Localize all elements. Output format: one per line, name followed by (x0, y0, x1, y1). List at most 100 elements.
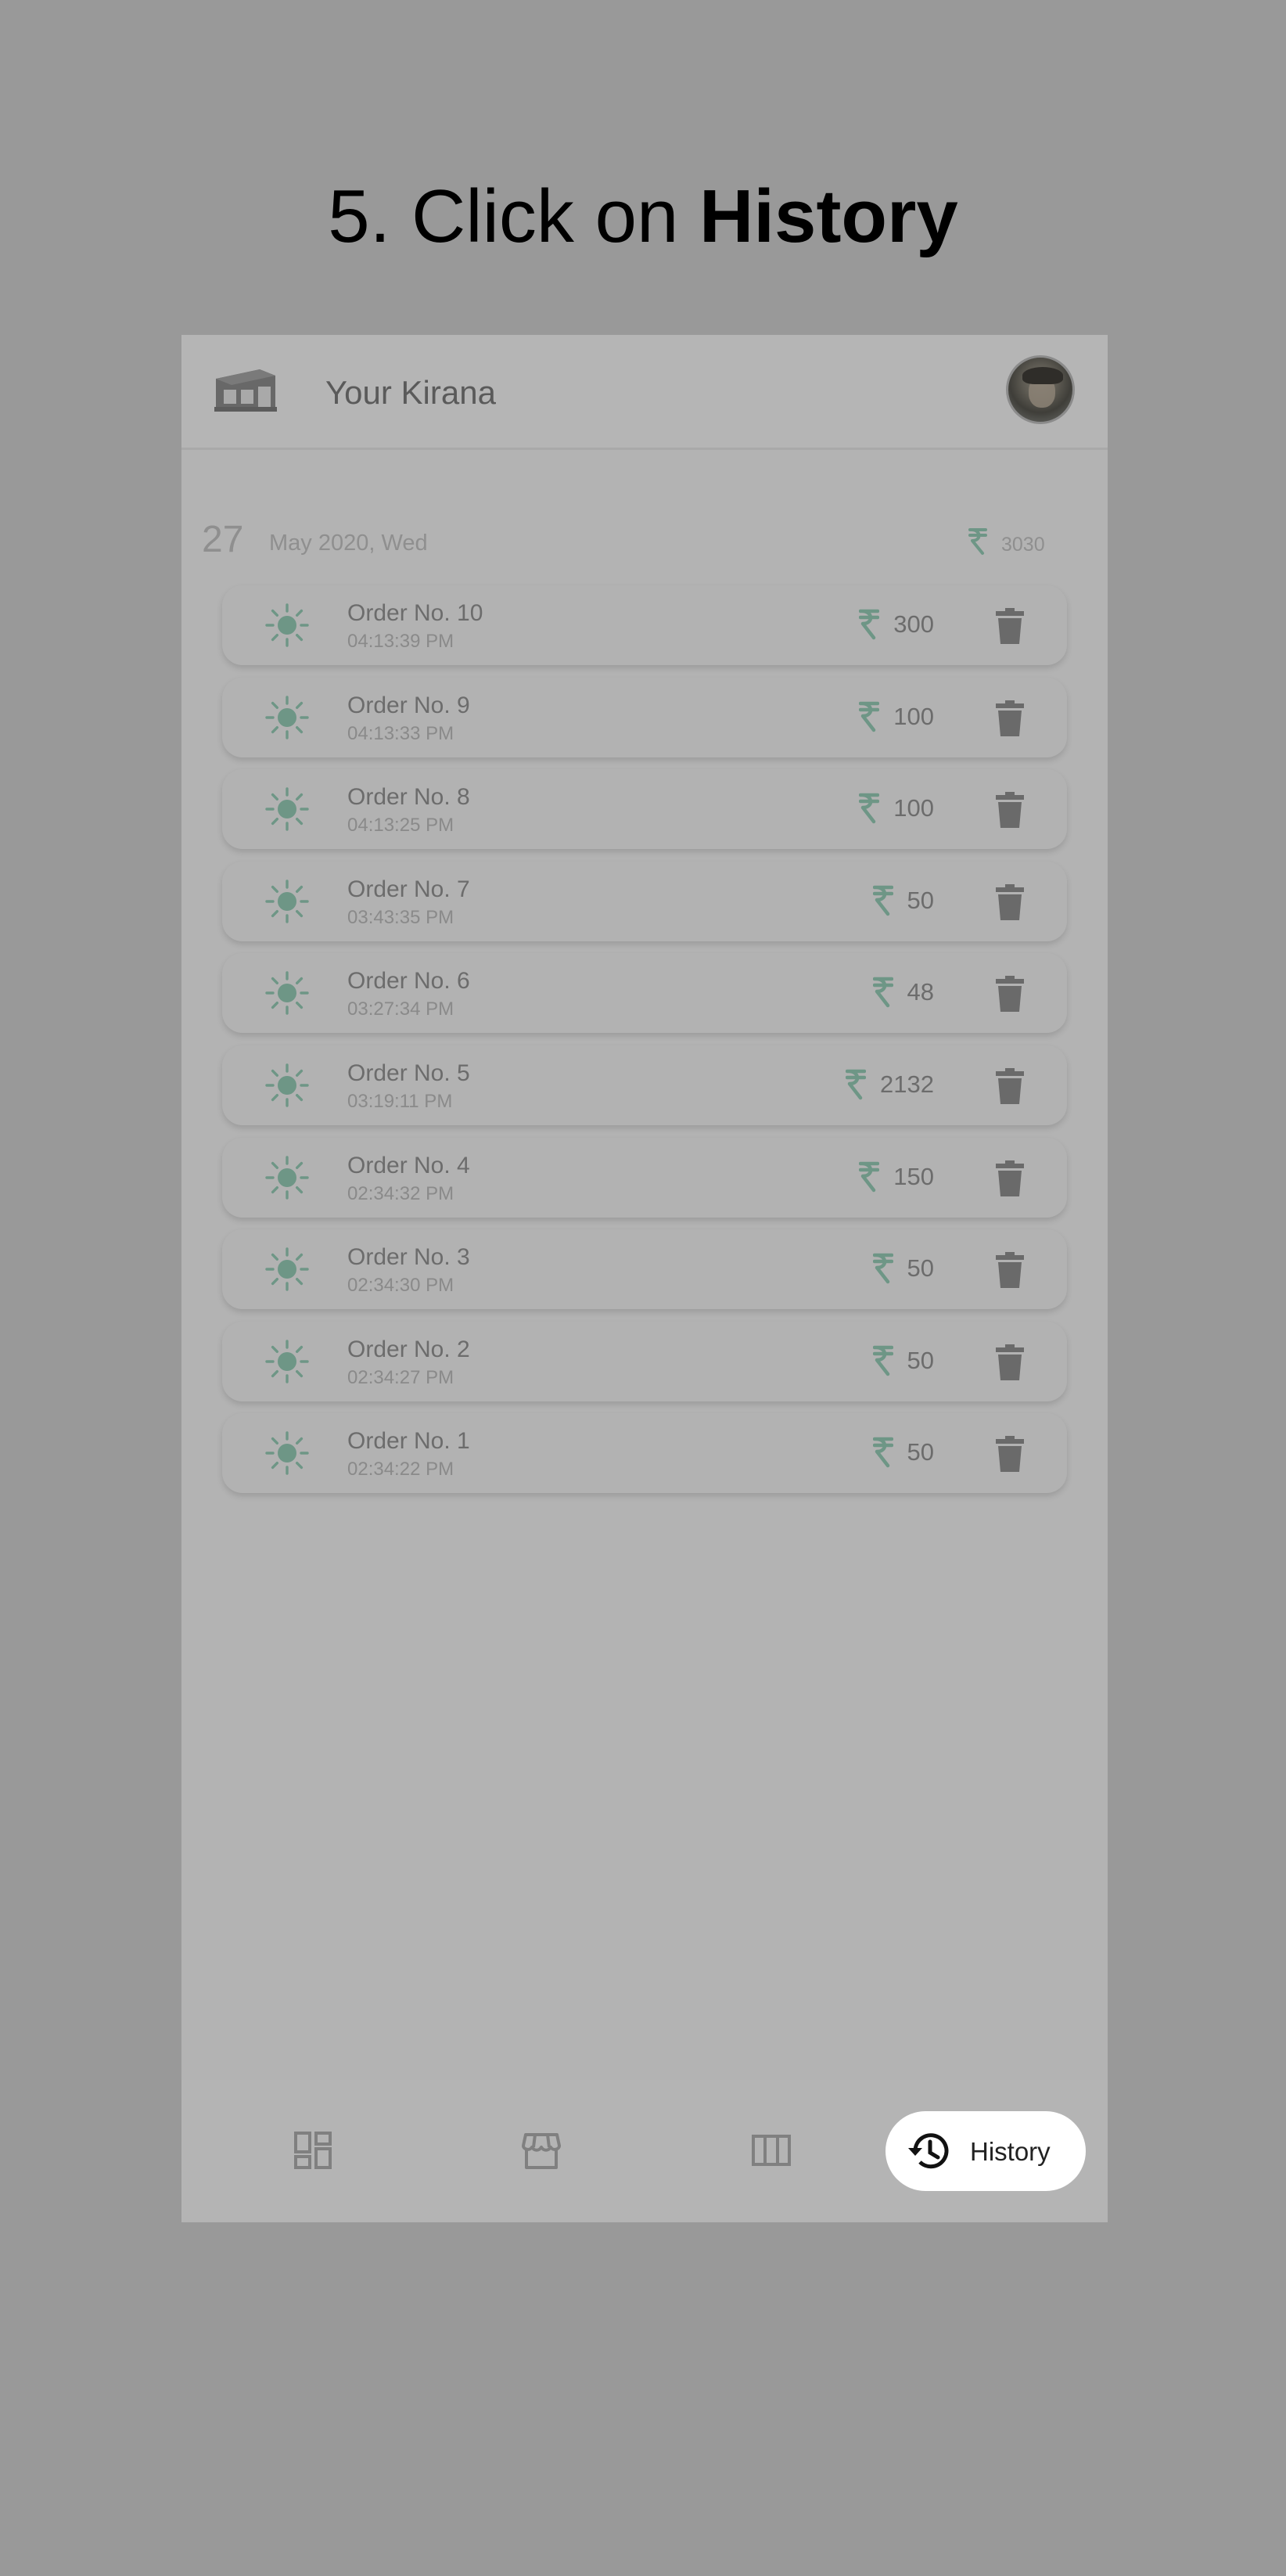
order-name: Order No. 10 (347, 600, 483, 626)
rupee-icon (872, 1253, 893, 1284)
sun-icon (265, 1340, 309, 1383)
order-amount: 48 (907, 978, 934, 1006)
order-name: Order No. 3 (347, 1244, 470, 1271)
sun-icon (265, 603, 309, 647)
order-amount: 50 (907, 1254, 934, 1283)
order-time: 03:43:35 PM (347, 906, 454, 928)
order-card[interactable]: Order No. 10 04:13:39 PM 300 (222, 585, 1067, 665)
delete-icon[interactable] (995, 1344, 1025, 1380)
rupee-icon (872, 1345, 893, 1376)
order-amount-group: 50 (872, 1253, 934, 1284)
date-text: May 2020, Wed (269, 531, 428, 556)
rupee-icon (968, 528, 987, 555)
rupee-icon (859, 609, 880, 640)
order-amount-group: 2132 (846, 1069, 934, 1100)
dashboard-icon[interactable] (293, 2130, 333, 2171)
date-total: 3030 (1001, 534, 1045, 556)
order-amount-group: 150 (859, 1161, 934, 1193)
order-name: Order No. 2 (347, 1336, 470, 1362)
order-time: 02:34:22 PM (347, 1459, 454, 1480)
app-bar: Your Kirana (181, 335, 1108, 450)
history-nav-label: History (970, 2137, 1051, 2166)
bottom-nav: History (181, 2080, 1108, 2222)
history-icon (908, 2133, 949, 2169)
delete-icon[interactable] (995, 976, 1025, 1013)
rupee-icon (846, 1069, 867, 1100)
storefront-icon[interactable] (521, 2130, 562, 2171)
order-amount: 100 (893, 702, 934, 730)
order-time: 04:13:33 PM (347, 722, 454, 744)
history-nav-button[interactable]: History (885, 2111, 1086, 2191)
order-name: Order No. 5 (347, 1060, 470, 1086)
rupee-icon (872, 885, 893, 916)
rupee-icon (859, 793, 880, 824)
order-time: 02:34:32 PM (347, 1182, 454, 1204)
order-amount: 50 (907, 886, 934, 914)
order-amount: 300 (893, 610, 934, 638)
date-day: 27 (202, 519, 244, 560)
order-name: Order No. 7 (347, 876, 470, 902)
order-card[interactable]: Order No. 1 02:34:22 PM 50 (222, 1413, 1067, 1494)
order-card[interactable]: Order No. 4 02:34:32 PM 150 (222, 1137, 1067, 1218)
columns-icon[interactable] (751, 2130, 792, 2171)
order-name: Order No. 1 (347, 1428, 470, 1455)
order-amount-group: 100 (859, 701, 934, 732)
order-card[interactable]: Order No. 7 03:43:35 PM 50 (222, 861, 1067, 941)
order-amount-group: 50 (872, 885, 934, 916)
order-card[interactable]: Order No. 2 02:34:27 PM 50 (222, 1321, 1067, 1401)
delete-icon[interactable] (995, 1252, 1025, 1289)
order-time: 03:27:34 PM (347, 998, 454, 1020)
order-card[interactable]: Order No. 3 02:34:30 PM 50 (222, 1229, 1067, 1310)
rupee-icon (859, 1161, 880, 1192)
delete-icon[interactable] (995, 1436, 1025, 1473)
order-card[interactable]: Order No. 6 03:27:34 PM 48 (222, 953, 1067, 1034)
order-name: Order No. 8 (347, 784, 470, 811)
order-amount: 50 (907, 1438, 934, 1466)
order-amount: 100 (893, 794, 934, 822)
order-amount-group: 50 (872, 1437, 934, 1468)
order-amount: 2132 (880, 1070, 934, 1098)
delete-icon[interactable] (995, 792, 1025, 829)
sun-icon (265, 787, 309, 831)
order-time: 02:34:30 PM (347, 1275, 454, 1297)
delete-icon[interactable] (995, 700, 1025, 736)
date-header: 27 May 2020, Wed 3030 (181, 515, 1108, 570)
sun-icon (265, 880, 309, 923)
order-amount: 50 (907, 1346, 934, 1374)
order-time: 02:34:27 PM (347, 1366, 454, 1388)
order-time: 04:13:39 PM (347, 631, 454, 652)
app-screen: Your Kirana 27 May 2020, Wed 3030 Order … (181, 335, 1108, 2222)
sun-icon (265, 695, 309, 739)
order-name: Order No. 9 (347, 692, 470, 718)
delete-icon[interactable] (995, 883, 1025, 920)
sun-icon (265, 1155, 309, 1200)
instruction-prefix: 5. Click on (328, 174, 700, 258)
rupee-icon (872, 977, 893, 1008)
order-time: 03:19:11 PM (347, 1090, 453, 1112)
sun-icon (265, 1247, 309, 1291)
order-amount-group: 100 (859, 793, 934, 824)
order-amount-group: 50 (872, 1345, 934, 1376)
rupee-icon (859, 701, 880, 732)
order-amount-group: 48 (872, 977, 934, 1008)
instruction-emphasis: History (699, 174, 958, 258)
order-time: 04:13:25 PM (347, 815, 454, 836)
order-card[interactable]: Order No. 8 04:13:25 PM 100 (222, 769, 1067, 850)
rupee-icon (872, 1437, 893, 1468)
order-list: Order No. 10 04:13:39 PM 300 Order No. 9… (222, 585, 1067, 1506)
order-card[interactable]: Order No. 5 03:19:11 PM 2132 (222, 1045, 1067, 1125)
order-card[interactable]: Order No. 9 04:13:33 PM 100 (222, 677, 1067, 757)
sun-icon (265, 1431, 309, 1476)
order-name: Order No. 6 (347, 968, 470, 995)
order-amount-group: 300 (859, 609, 934, 640)
delete-icon[interactable] (995, 608, 1025, 644)
delete-icon[interactable] (995, 1160, 1025, 1196)
sun-icon (265, 971, 309, 1016)
order-amount: 150 (893, 1162, 934, 1190)
user-avatar[interactable] (1006, 355, 1075, 424)
delete-icon[interactable] (995, 1067, 1025, 1104)
order-name: Order No. 4 (347, 1152, 470, 1178)
app-title: Your Kirana (325, 374, 496, 411)
store-icon (214, 369, 277, 412)
sun-icon (265, 1063, 309, 1107)
